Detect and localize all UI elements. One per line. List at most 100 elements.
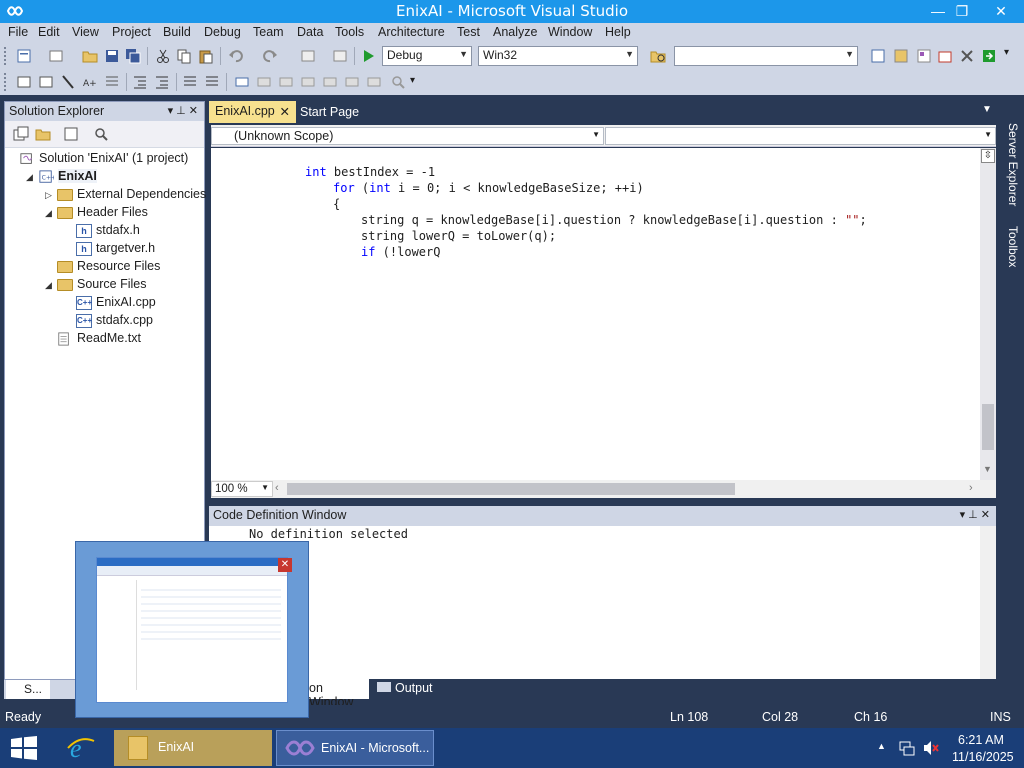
solution-explorer-icon[interactable] <box>870 48 886 64</box>
increase-indent-icon[interactable] <box>154 74 170 90</box>
start-debugging-icon[interactable] <box>360 48 376 64</box>
toolbar-grip[interactable] <box>4 73 8 91</box>
collapse-arrow-icon[interactable]: ◢ <box>26 172 33 183</box>
next-bookmark-in-folder-icon[interactable] <box>322 74 338 90</box>
tab-enixai-cpp[interactable]: EnixAI.cpp ✕ <box>209 101 296 123</box>
find-combo[interactable]: ▼ <box>674 46 858 66</box>
member-dropdown[interactable]: ▼ <box>605 127 996 145</box>
expand-arrow-icon[interactable]: ▷ <box>45 190 52 201</box>
menu-view[interactable]: View <box>72 25 99 39</box>
previous-bookmark-in-document-icon[interactable] <box>344 74 360 90</box>
code-editor[interactable]: int bestIndex = -1 for (int i = 0; i < kn… <box>211 148 981 480</box>
tree-item[interactable]: Resource Files <box>5 258 204 276</box>
clock-time[interactable]: 6:21 AM <box>958 733 1004 747</box>
menu-team[interactable]: Team <box>253 25 284 39</box>
word-completion-icon[interactable]: A+ <box>82 74 98 90</box>
next-bookmark-in-document-icon[interactable] <box>366 74 382 90</box>
tree-item[interactable]: h stdafx.h <box>5 222 204 240</box>
properties-icon[interactable] <box>893 48 909 64</box>
network-icon[interactable] <box>898 739 916 757</box>
tree-item[interactable]: ◢ Source Files <box>5 276 204 294</box>
find-in-files-icon[interactable] <box>650 48 666 64</box>
paste-icon[interactable] <box>198 48 214 64</box>
menu-edit[interactable]: Edit <box>38 25 60 39</box>
menu-analyze[interactable]: Analyze <box>493 25 537 39</box>
menu-project[interactable]: Project <box>112 25 151 39</box>
tree-item[interactable]: ReadMe.txt <box>5 330 204 348</box>
display-object-member-list-icon[interactable] <box>16 74 32 90</box>
clock-date[interactable]: 11/16/2025 <box>952 750 1014 764</box>
save-icon[interactable] <box>104 48 120 64</box>
start-page-icon[interactable] <box>981 48 997 64</box>
toolbar-grip[interactable] <box>4 47 8 65</box>
tree-item[interactable]: ▷ External Dependencies <box>5 186 206 204</box>
next-bookmark-icon[interactable] <box>278 74 294 90</box>
add-item-icon[interactable] <box>48 48 64 64</box>
tab-list-dropdown-icon[interactable]: ▼ <box>982 104 992 115</box>
code-definition-scrollbar[interactable] <box>980 526 996 679</box>
parameter-info-icon[interactable] <box>38 74 54 90</box>
tree-item[interactable]: C++ stdafx.cpp <box>5 312 204 330</box>
windows-start-icon[interactable] <box>10 736 38 760</box>
tab-start-page[interactable]: Start Page <box>296 101 366 123</box>
menu-help[interactable]: Help <box>605 25 631 39</box>
previous-bookmark-in-folder-icon[interactable] <box>300 74 316 90</box>
navigate-backward-icon[interactable] <box>300 48 316 64</box>
new-project-icon[interactable] <box>16 48 32 64</box>
scroll-down-arrow-icon[interactable]: ▼ <box>983 464 992 474</box>
tree-item[interactable]: ◢ C++ EnixAI <box>5 168 204 186</box>
restore-button[interactable]: ❐ <box>945 0 979 23</box>
solution-platform-select[interactable]: Win32 ▼ <box>478 46 638 66</box>
decrease-indent-icon[interactable] <box>132 74 148 90</box>
tree-item[interactable]: h targetver.h <box>5 240 204 258</box>
menu-debug[interactable]: Debug <box>204 25 241 39</box>
tree-item[interactable]: ◢ Header Files <box>5 204 204 222</box>
properties-icon[interactable] <box>13 126 29 142</box>
toolbar-overflow-icon[interactable]: ▾ <box>410 75 415 86</box>
vertical-scroll-thumb[interactable] <box>982 404 994 450</box>
close-preview-icon[interactable]: ✕ <box>278 558 292 572</box>
view-class-diagram-icon[interactable] <box>93 126 109 142</box>
menu-architecture[interactable]: Architecture <box>378 25 445 39</box>
vertical-scrollbar[interactable]: ⇳ ▼ <box>980 148 996 480</box>
scroll-right-arrow-icon[interactable]: › <box>969 482 973 494</box>
redo-icon[interactable] <box>262 48 278 64</box>
tab-output[interactable]: Output <box>373 679 443 699</box>
taskbar-item-visual-studio[interactable]: EnixAI - Microsoft... <box>276 730 434 766</box>
show-all-files-icon[interactable] <box>35 126 51 142</box>
clear-bookmarks-icon[interactable] <box>390 74 406 90</box>
uncomment-icon[interactable] <box>204 74 220 90</box>
object-browser-icon[interactable] <box>916 48 932 64</box>
show-hidden-icons-icon[interactable]: ▲ <box>877 741 886 751</box>
scroll-left-arrow-icon[interactable]: ‹ <box>275 482 279 494</box>
menu-build[interactable]: Build <box>163 25 191 39</box>
menu-tools[interactable]: Tools <box>335 25 364 39</box>
tree-item[interactable]: Solution 'EnixAI' (1 project) <box>5 150 204 168</box>
format-icon[interactable] <box>104 74 120 90</box>
save-all-icon[interactable] <box>125 48 141 64</box>
menu-file[interactable]: File <box>8 25 28 39</box>
panel-window-controls[interactable]: ▾ ⊥ ✕ <box>960 508 990 521</box>
cut-icon[interactable] <box>155 48 171 64</box>
undo-icon[interactable] <box>228 48 244 64</box>
scope-dropdown[interactable]: (Unknown Scope) ▼ <box>211 127 604 145</box>
toolbar-overflow-icon[interactable]: ▾ <box>1004 47 1009 58</box>
tab-solution-explorer[interactable]: S... <box>6 680 50 699</box>
collapse-arrow-icon[interactable]: ◢ <box>45 208 52 219</box>
tree-item[interactable]: C++ EnixAI.cpp <box>5 294 204 312</box>
taskbar-thumbnail-preview[interactable]: ✕ <box>75 541 309 718</box>
tab-toolbox[interactable]: Toolbox <box>1006 226 1020 267</box>
volume-muted-icon[interactable] <box>922 739 940 757</box>
previous-bookmark-icon[interactable] <box>256 74 272 90</box>
toggle-bookmark-icon[interactable] <box>234 74 250 90</box>
navigate-forward-icon[interactable] <box>332 48 348 64</box>
taskbar-item-explorer[interactable]: EnixAI <box>114 730 272 766</box>
close-button[interactable]: ✕ <box>978 0 1024 23</box>
copy-icon[interactable] <box>176 48 192 64</box>
solution-configuration-select[interactable]: Debug ▼ <box>382 46 472 66</box>
internet-explorer-icon[interactable]: e <box>64 733 96 763</box>
panel-window-controls[interactable]: ▾ ⊥ ✕ <box>168 104 198 117</box>
extension-manager-icon[interactable] <box>959 48 975 64</box>
open-file-icon[interactable] <box>82 48 98 64</box>
menu-data[interactable]: Data <box>297 25 323 39</box>
